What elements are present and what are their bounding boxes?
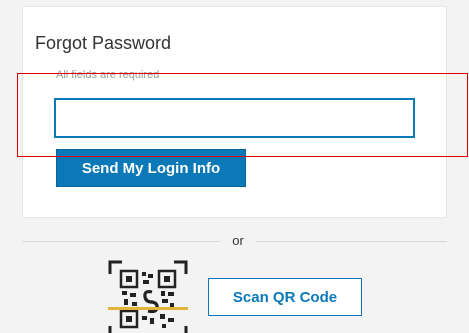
send-login-info-button[interactable]: Send My Login Info — [56, 149, 246, 187]
username-input[interactable] — [54, 98, 415, 138]
divider-line-left — [22, 241, 220, 242]
page-title: Forgot Password — [35, 33, 172, 53]
required-fields-note: All fields are required — [56, 69, 160, 81]
scan-qr-code-button[interactable]: Scan QR Code — [208, 278, 362, 316]
or-divider-label: or — [232, 233, 244, 248]
qr-code-icon — [108, 260, 188, 333]
divider-line-right — [256, 241, 447, 242]
